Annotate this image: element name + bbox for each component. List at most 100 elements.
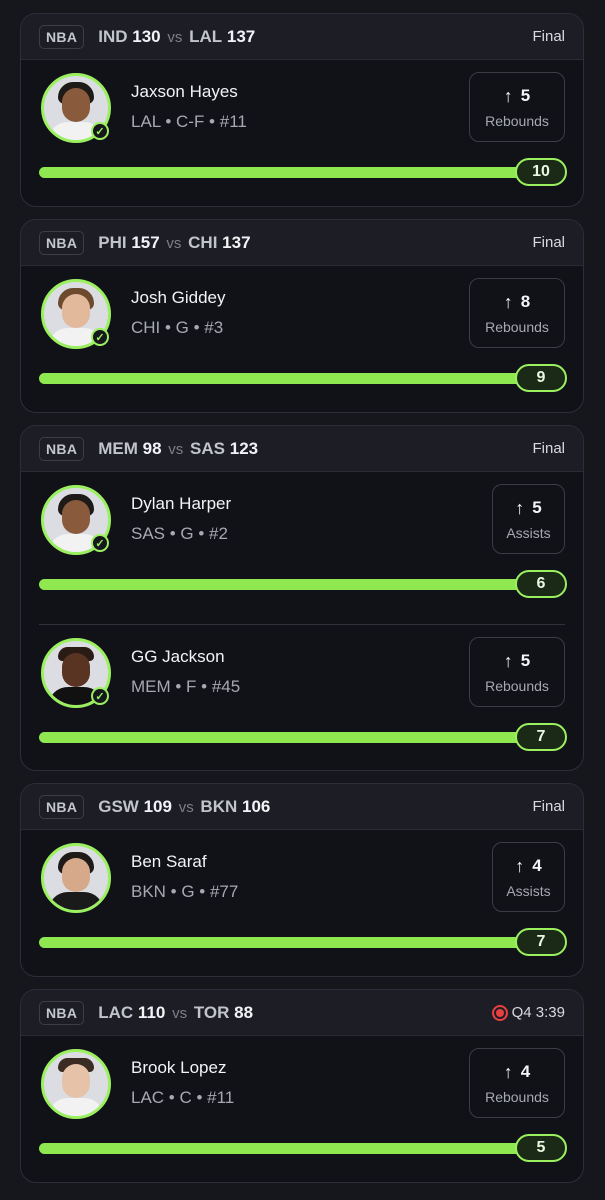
league-badge: NBA: [39, 436, 85, 461]
game-card[interactable]: NBA PHI 157 vs CHI 137 Final ✓ Josh Gidd…: [20, 219, 584, 413]
arrow-up-icon: ↑: [503, 291, 513, 312]
stat-value: 5: [532, 498, 542, 517]
progress-bar: [39, 167, 537, 178]
player-meta: BKN • G • #77: [131, 882, 239, 901]
progress-track: 6: [39, 570, 567, 598]
check-circle-icon: ✓: [91, 328, 109, 346]
arrow-up-icon: ↑: [515, 497, 525, 518]
progress-value: 7: [515, 723, 567, 751]
player-row[interactable]: Brook Lopez LAC • C • #11 ↑ 4 Rebounds 5: [21, 1036, 583, 1182]
game-card[interactable]: NBA GSW 109 vs BKN 106 Final Ben Saraf B…: [20, 783, 584, 977]
away-score: 106: [242, 796, 271, 816]
player-name: Brook Lopez: [131, 1058, 227, 1077]
home-team: MEM: [98, 438, 138, 458]
league-badge: NBA: [39, 1000, 85, 1025]
player-name: Josh Giddey: [131, 288, 226, 307]
stat-label: Assists: [506, 882, 551, 899]
player-row[interactable]: ✓ Josh Giddey CHI • G • #3 ↑ 8 Rebounds 9: [21, 266, 583, 412]
player-avatar: [41, 1049, 111, 1119]
player-name: Ben Saraf: [131, 852, 207, 871]
progress-track: 7: [39, 723, 567, 751]
player-name: Jaxson Hayes: [131, 82, 238, 101]
player-row[interactable]: ✓ Jaxson Hayes LAL • C-F • #11 ↑ 5 Reboun…: [21, 60, 583, 206]
league-badge: NBA: [39, 794, 85, 819]
player-row[interactable]: ✓ Dylan Harper SAS • G • #2 ↑ 5 Assists 6: [21, 472, 583, 624]
progress-bar: [39, 579, 537, 590]
player-row[interactable]: ✓ GG Jackson MEM • F • #45 ↑ 5 Rebounds 7: [39, 624, 567, 770]
league-badge: NBA: [39, 230, 85, 255]
away-team: SAS: [190, 438, 225, 458]
progress-track: 7: [39, 928, 567, 956]
home-score: 109: [143, 796, 172, 816]
game-card[interactable]: NBA MEM 98 vs SAS 123 Final ✓ Dylan Harp…: [20, 425, 584, 771]
away-score: 123: [229, 438, 259, 458]
progress-value: 5: [515, 1134, 567, 1162]
status-text: Final: [532, 234, 565, 251]
stat-box: ↑ 5 Assists: [492, 484, 565, 554]
away-score: 137: [222, 232, 251, 252]
stat-box: ↑ 5 Rebounds: [469, 637, 565, 707]
home-team: PHI: [98, 232, 127, 252]
away-team: LAL: [189, 26, 223, 46]
progress-value: 10: [515, 158, 567, 186]
player-avatar: [41, 843, 111, 913]
stat-value: 4: [520, 1062, 531, 1081]
stat-label: Rebounds: [485, 112, 549, 129]
vs-label: vs: [172, 1004, 188, 1022]
player-meta: LAL • C-F • #11: [131, 112, 247, 131]
progress-track: 9: [39, 364, 567, 392]
stat-box: ↑ 8 Rebounds: [469, 278, 565, 348]
stat-value: 8: [520, 292, 531, 311]
game-status: Q4 3:39: [491, 1004, 565, 1021]
home-team: GSW: [98, 796, 139, 816]
away-score: 88: [234, 1002, 254, 1022]
home-team: LAC: [98, 1002, 134, 1022]
arrow-up-icon: ↑: [503, 650, 513, 671]
game-card[interactable]: NBA IND 130 vs LAL 137 Final ✓ Jaxson Ha…: [20, 13, 584, 207]
props-feed: NBA IND 130 vs LAL 137 Final ✓ Jaxson Ha…: [0, 0, 605, 1200]
matchup: IND 130 vs LAL 137: [98, 27, 255, 47]
progress-bar: [39, 1143, 537, 1154]
stat-box: ↑ 5 Rebounds: [469, 72, 565, 142]
player-name: Dylan Harper: [131, 494, 232, 513]
progress-value: 6: [515, 570, 567, 598]
stat-value: 4: [532, 856, 542, 875]
home-score: 157: [131, 232, 160, 252]
vs-label: vs: [178, 798, 194, 816]
home-score: 110: [137, 1002, 166, 1022]
status-text: Final: [532, 798, 565, 815]
game-header: NBA LAC 110 vs TOR 88 Q4 3:39: [21, 990, 583, 1036]
stat-box: ↑ 4 Assists: [492, 842, 565, 912]
progress-track: 5: [39, 1134, 567, 1162]
status-text: Q4 3:39: [511, 1004, 565, 1021]
matchup: MEM 98 vs SAS 123: [98, 439, 258, 459]
check-circle-icon: ✓: [91, 687, 109, 705]
league-badge: NBA: [39, 24, 85, 49]
game-header: NBA PHI 157 vs CHI 137 Final: [21, 220, 583, 266]
player-name: GG Jackson: [131, 647, 225, 666]
player-row[interactable]: Ben Saraf BKN • G • #77 ↑ 4 Assists 7: [21, 830, 583, 976]
stat-box: ↑ 4 Rebounds: [469, 1048, 565, 1118]
stat-label: Rebounds: [485, 677, 549, 694]
game-card[interactable]: NBA LAC 110 vs TOR 88 Q4 3:39 Brook Lope…: [20, 989, 584, 1183]
game-header: NBA IND 130 vs LAL 137 Final: [21, 14, 583, 60]
stat-label: Assists: [506, 524, 551, 541]
game-header: NBA GSW 109 vs BKN 106 Final: [21, 784, 583, 830]
status-text: Final: [532, 28, 565, 45]
stat-label: Rebounds: [485, 318, 549, 335]
game-status: Final: [532, 28, 565, 45]
away-score: 137: [226, 26, 256, 46]
arrow-up-icon: ↑: [503, 85, 513, 106]
status-text: Final: [532, 440, 565, 457]
check-circle-icon: ✓: [91, 122, 109, 140]
progress-bar: [39, 937, 537, 948]
vs-label: vs: [167, 28, 183, 46]
player-meta: SAS • G • #2: [131, 524, 228, 543]
game-status: Final: [532, 440, 565, 457]
player-meta: CHI • G • #3: [131, 318, 224, 337]
check-circle-icon: ✓: [91, 534, 109, 552]
player-meta: MEM • F • #45: [131, 677, 241, 696]
away-team: CHI: [188, 232, 218, 252]
vs-label: vs: [168, 440, 184, 458]
stat-label: Rebounds: [485, 1088, 549, 1105]
